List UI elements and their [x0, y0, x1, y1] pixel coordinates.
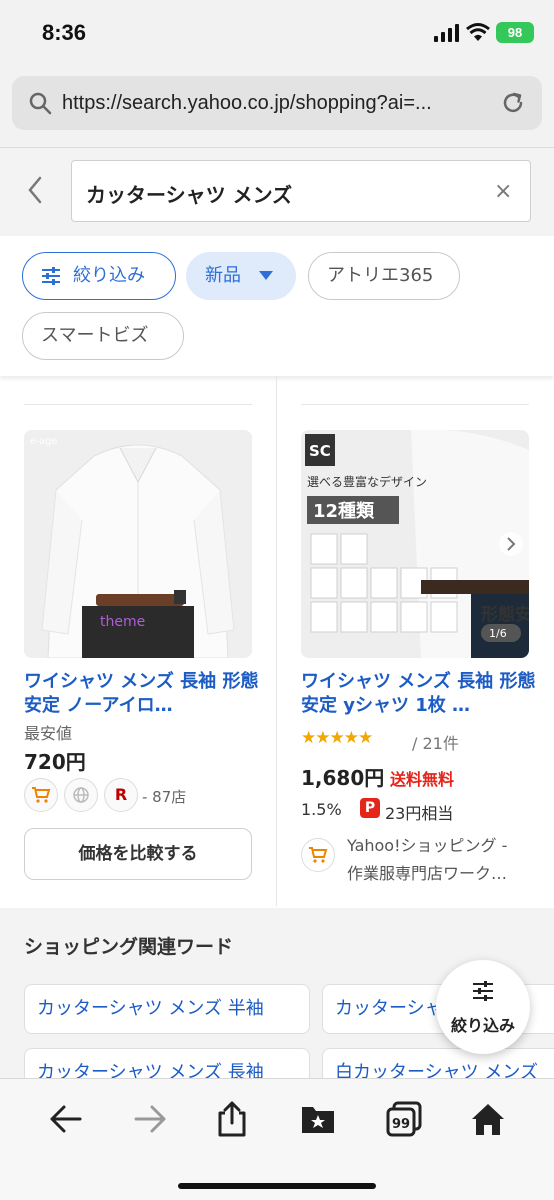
globe-icon: [64, 778, 98, 812]
product-price: 720円: [24, 750, 86, 774]
product-price: 1,680円: [301, 766, 385, 790]
free-shipping-label: 送料無料: [390, 770, 455, 789]
yahoo-shopping-cart-icon: [301, 838, 335, 872]
dropdown-triangle-icon: [259, 271, 273, 280]
rating-stars: ★★★★★: [301, 728, 373, 748]
store-name[interactable]: Yahoo!ショッピング -: [347, 832, 507, 856]
rakuten-icon: R: [104, 778, 138, 812]
back-arrow-icon[interactable]: [46, 1099, 86, 1139]
column-divider: [276, 376, 277, 906]
condition-filter-button[interactable]: 新品: [186, 252, 296, 300]
status-bar: 8:36 98: [0, 0, 554, 70]
filter-sliders-icon: [473, 981, 493, 1001]
related-word-chip[interactable]: 白カッターシャツ メンズ: [322, 1048, 554, 1078]
battery-icon: 98: [496, 22, 534, 43]
related-word-chip[interactable]: カッターシャツ メンズ 半袖: [24, 984, 310, 1034]
svg-text:e-age: e-age: [30, 436, 58, 447]
brand-filter-smartbiz[interactable]: スマートビズ: [22, 312, 184, 360]
svg-text:1/6: 1/6: [489, 627, 507, 640]
related-words-title: ショッピング関連ワード: [24, 936, 234, 958]
review-count[interactable]: / 21件: [412, 730, 459, 754]
floating-refine-label: 絞り込み: [450, 1016, 515, 1035]
product-title[interactable]: ワイシャツ メンズ 長袖 形態安定 yシャツ 1枚 …: [301, 670, 537, 718]
share-icon[interactable]: [212, 1099, 252, 1139]
home-icon[interactable]: [468, 1099, 508, 1139]
svg-text:theme: theme: [100, 614, 145, 630]
yahoo-shopping-cart-icon: [24, 778, 58, 812]
cellular-signal-icon: [434, 24, 459, 42]
product-image[interactable]: theme e-age: [24, 430, 252, 658]
svg-text:形態安定: 形態安定: [481, 604, 529, 625]
refine-label: 絞り込み: [73, 265, 145, 286]
address-bar[interactable]: https://search.yahoo.co.jp/shopping?ai=.…: [12, 76, 542, 130]
svg-text:99: 99: [392, 1117, 410, 1132]
row-divider: [24, 404, 252, 405]
home-indicator: [178, 1183, 376, 1189]
clear-icon[interactable]: ×: [494, 181, 512, 203]
search-query[interactable]: カッターシャツ メンズ: [86, 179, 292, 208]
bookmarks-icon[interactable]: [298, 1099, 338, 1139]
brand-filter-atelier[interactable]: アトリエ365: [308, 252, 460, 300]
search-header: カッターシャツ メンズ ×: [0, 148, 554, 236]
svg-text:SC: SC: [309, 442, 331, 460]
product-image[interactable]: SC 選べる豊富なデザイン 12種類 形態安定 1/6: [301, 430, 529, 658]
url-text[interactable]: https://search.yahoo.co.jp/shopping?ai=.…: [62, 92, 432, 115]
filter-sliders-icon: [42, 267, 60, 285]
search-input[interactable]: カッターシャツ メンズ ×: [71, 160, 531, 222]
store-count: - 87店: [142, 788, 187, 806]
svg-text:選べる豊富なデザイン: 選べる豊富なデザイン: [307, 474, 427, 489]
paypay-points-icon: P: [360, 798, 380, 818]
points-rate: 1.5%: [301, 800, 342, 819]
browser-address-area: https://search.yahoo.co.jp/shopping?ai=.…: [0, 70, 554, 148]
filter-bar: 絞り込み 新品 アトリエ365 スマートビズ: [0, 236, 554, 376]
svg-text:12種類: 12種類: [313, 500, 375, 522]
reload-icon[interactable]: [500, 90, 526, 116]
condition-label: 新品: [205, 265, 241, 286]
floating-refine-button[interactable]: 絞り込み: [436, 960, 530, 1054]
compare-prices-button[interactable]: 価格を比較する: [24, 828, 252, 880]
lowest-price-label: 最安値: [24, 724, 73, 743]
shirt-collection-photo: SC 選べる豊富なデザイン 12種類 形態安定 1/6: [301, 430, 529, 658]
clock: 8:36: [42, 20, 87, 45]
refine-filter-button[interactable]: 絞り込み: [22, 252, 176, 300]
row-divider: [301, 404, 529, 405]
points-value: 23円相当: [385, 804, 454, 823]
search-icon: [29, 92, 52, 115]
store-subname[interactable]: 作業服専門店ワーク…: [347, 860, 507, 884]
wifi-icon: [466, 23, 490, 41]
forward-arrow-icon[interactable]: [130, 1099, 170, 1139]
tabs-icon[interactable]: 99: [384, 1099, 424, 1139]
browser-toolbar: 99: [0, 1078, 554, 1200]
shirt-photo: theme e-age: [24, 430, 252, 658]
product-grid: theme e-age ワイシャツ メンズ 長袖 形態安定 ノーアイロ… 最安値…: [0, 376, 554, 906]
back-chevron-icon[interactable]: [24, 174, 46, 206]
related-word-chip[interactable]: カッターシャツ メンズ 長袖: [24, 1048, 310, 1078]
product-title[interactable]: ワイシャツ メンズ 長袖 形態安定 ノーアイロ…: [24, 670, 264, 718]
